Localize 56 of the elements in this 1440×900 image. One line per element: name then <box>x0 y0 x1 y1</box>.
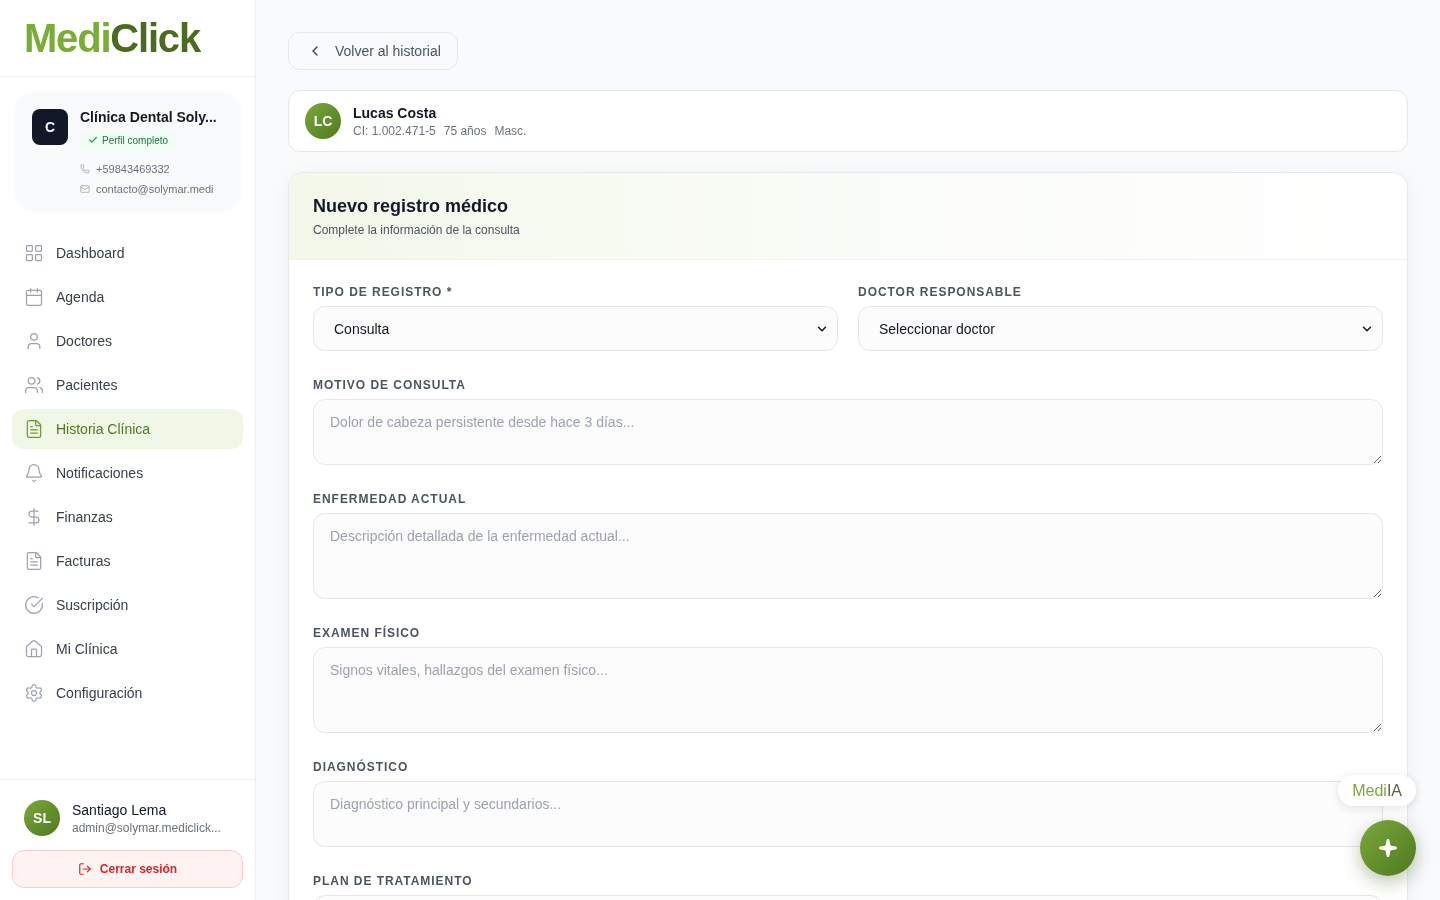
nav-item[interactable]: Agenda <box>12 277 243 317</box>
form-title: Nuevo registro médico <box>313 195 510 218</box>
text-area-field[interactable]: Dolor de cabeza persistente desde hace 3 días... <box>313 399 1383 465</box>
document-icon <box>24 551 44 571</box>
assistant-label: MediIA <box>1338 775 1416 806</box>
text-area-field[interactable]: Descripción detallada de la enfermedad actual... <box>313 513 1383 599</box>
user-avatar: SL <box>24 800 60 836</box>
nav-item[interactable]: Pacientes <box>12 365 243 405</box>
logo: MediClick <box>24 18 200 58</box>
nav-item[interactable]: Mi Clínica <box>12 629 243 669</box>
people-icon <box>24 375 44 395</box>
field-label: TIPO DE REGISTRO * <box>313 284 454 300</box>
settings-icon <box>24 683 44 703</box>
phone-icon <box>80 164 90 174</box>
field-label: ENFERMEDAD ACTUAL <box>313 491 468 507</box>
nav-item[interactable]: Configuración <box>12 673 243 713</box>
check-circle-icon <box>24 595 44 615</box>
grid-icon <box>24 243 44 263</box>
dropdown-field[interactable]: Consulta <box>313 306 838 351</box>
document-icon <box>24 419 44 439</box>
patient-sex: Masc. <box>494 123 527 139</box>
nav-item[interactable]: Notificaciones <box>12 453 243 493</box>
check-icon <box>88 135 98 145</box>
patient-avatar: LC <box>305 103 341 139</box>
nav-item[interactable]: Finanzas <box>12 497 243 537</box>
user-name: Santiago Lema <box>72 801 168 820</box>
nav-item[interactable]: Facturas <box>12 541 243 581</box>
dropdown-field[interactable]: Seleccionar doctor <box>858 306 1383 351</box>
patient-age: 75 años <box>443 123 487 139</box>
back-button[interactable]: Volver al historial <box>288 32 458 70</box>
nav-item[interactable]: Suscripción <box>12 585 243 625</box>
form-subtitle: Complete la información de la consulta <box>313 222 521 238</box>
field-label: DOCTOR RESPONSABLE <box>858 284 1023 300</box>
field-label: PLAN DE TRATAMIENTO <box>313 873 474 889</box>
logout-button[interactable]: Cerrar sesión <box>12 850 243 888</box>
clinic-name: Clínica Dental Soly... <box>80 109 217 125</box>
patient-name: Lucas Costa <box>353 104 438 123</box>
field-label: DIAGNÓSTICO <box>313 759 410 775</box>
field-label: MOTIVO DE CONSULTA <box>313 377 467 393</box>
badge-text: Perfil completo <box>102 133 169 148</box>
bell-icon <box>24 463 44 483</box>
clinic-avatar: C <box>32 109 68 145</box>
clinic-phone: +59843469332 <box>96 162 170 177</box>
clinic-email: contacto@solymar.medi <box>96 182 214 197</box>
nav-item[interactable]: Dashboard <box>12 233 243 273</box>
mail-icon <box>80 184 90 194</box>
nav-item[interactable]: Historia Clínica <box>12 409 243 449</box>
calendar-icon <box>24 287 44 307</box>
nav-item[interactable]: Doctores <box>12 321 243 361</box>
house-icon <box>24 639 44 659</box>
user-email: admin@solymar.mediclick... <box>72 820 221 836</box>
logout-icon <box>77 862 92 876</box>
field-label: EXAMEN FÍSICO <box>313 625 422 641</box>
patient-id: CI: 1.002.471-5 <box>353 123 436 139</box>
sparkle-icon <box>1378 838 1398 858</box>
text-area-field[interactable]: Signos vitales, hallazgos del examen físico... <box>313 647 1383 733</box>
